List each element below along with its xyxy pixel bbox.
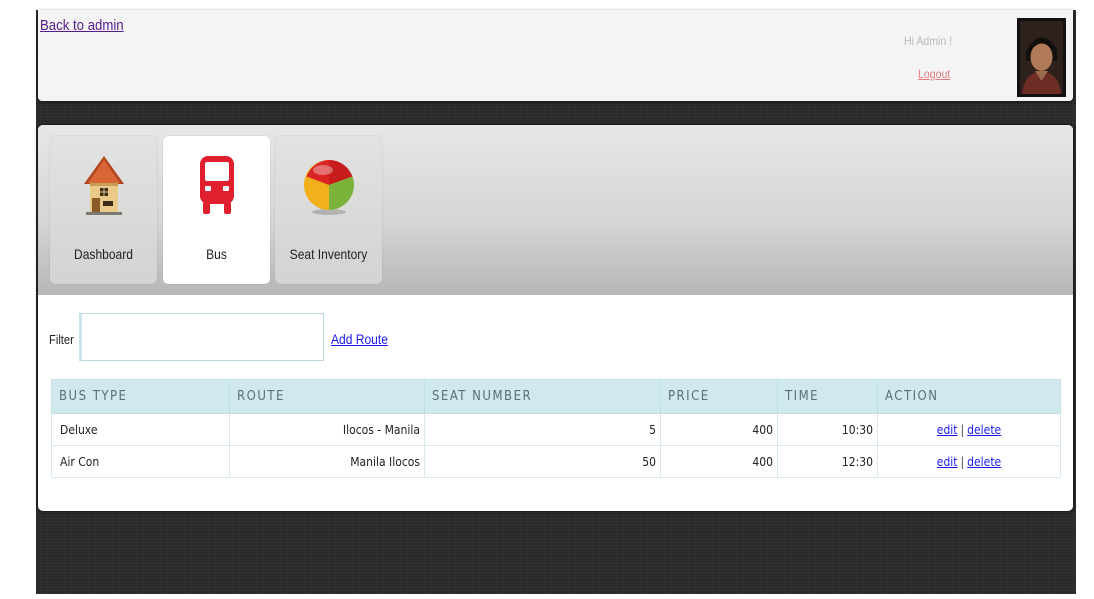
tab-dashboard[interactable]: Dashboard	[50, 136, 157, 284]
avatar-photo	[1020, 21, 1063, 94]
cell-price: 400	[660, 445, 778, 478]
bus-table: BUS TYPE ROUTE SEAT NUMBER PRICE TIME AC…	[51, 379, 1061, 478]
column-header-bus-type: BUS TYPE	[51, 379, 230, 414]
house-icon	[82, 154, 126, 221]
cell-time: 12:30	[777, 445, 878, 478]
edit-link[interactable]: edit	[937, 423, 958, 437]
column-header-seat-number: SEAT NUMBER	[424, 379, 661, 414]
column-header-route: ROUTE	[229, 379, 425, 414]
cell-route: Ilocos - Manila	[229, 413, 425, 446]
table-row: Deluxe Ilocos - Manila 5 400 10:30 edit |…	[51, 413, 1061, 446]
delete-link[interactable]: delete	[967, 455, 1001, 469]
cell-time: 10:30	[777, 413, 878, 446]
cell-price: 400	[660, 413, 778, 446]
user-greeting: Hi Admin !	[904, 34, 953, 48]
pie-chart-icon	[303, 154, 355, 221]
avatar[interactable]	[1017, 18, 1066, 97]
logout-link[interactable]: Logout	[918, 67, 950, 81]
column-header-time: TIME	[777, 379, 878, 414]
delete-link[interactable]: delete	[967, 423, 1001, 437]
tab-label-bus: Bus	[206, 246, 227, 262]
cell-seat-number: 50	[424, 445, 661, 478]
back-to-admin-link[interactable]: Back to admin	[40, 17, 124, 34]
cell-action: edit | delete	[877, 413, 1061, 446]
filter-label: Filter	[49, 332, 74, 347]
module-nav: Dashboard Bus Seat Inventory	[38, 125, 1073, 295]
tab-seat-inventory[interactable]: Seat Inventory	[275, 136, 382, 284]
bus-icon	[198, 154, 236, 221]
filter-input[interactable]	[79, 313, 324, 361]
tab-label-seat-inventory: Seat Inventory	[289, 246, 368, 262]
cell-bus-type: Deluxe	[51, 413, 230, 446]
cell-route: Manila Ilocos	[229, 445, 425, 478]
top-header: Back to admin Hi Admin ! Logout	[38, 10, 1073, 101]
tab-label-dashboard: Dashboard	[74, 246, 133, 262]
tab-bus[interactable]: Bus	[163, 136, 270, 284]
action-separator: |	[960, 454, 965, 469]
edit-link[interactable]: edit	[937, 455, 958, 469]
add-route-link[interactable]: Add Route	[331, 331, 388, 347]
cell-action: edit | delete	[877, 445, 1061, 478]
cell-seat-number: 5	[424, 413, 661, 446]
table-header-row: BUS TYPE ROUTE SEAT NUMBER PRICE TIME AC…	[51, 379, 1061, 414]
action-separator: |	[960, 422, 965, 437]
cell-bus-type: Air Con	[51, 445, 230, 478]
content-panel: Dashboard Bus Seat Inventory Filter Add …	[38, 125, 1073, 511]
column-header-price: PRICE	[660, 379, 778, 414]
table-row: Air Con Manila Ilocos 50 400 12:30 edit |…	[51, 445, 1061, 478]
column-header-action: ACTION	[877, 379, 1061, 414]
